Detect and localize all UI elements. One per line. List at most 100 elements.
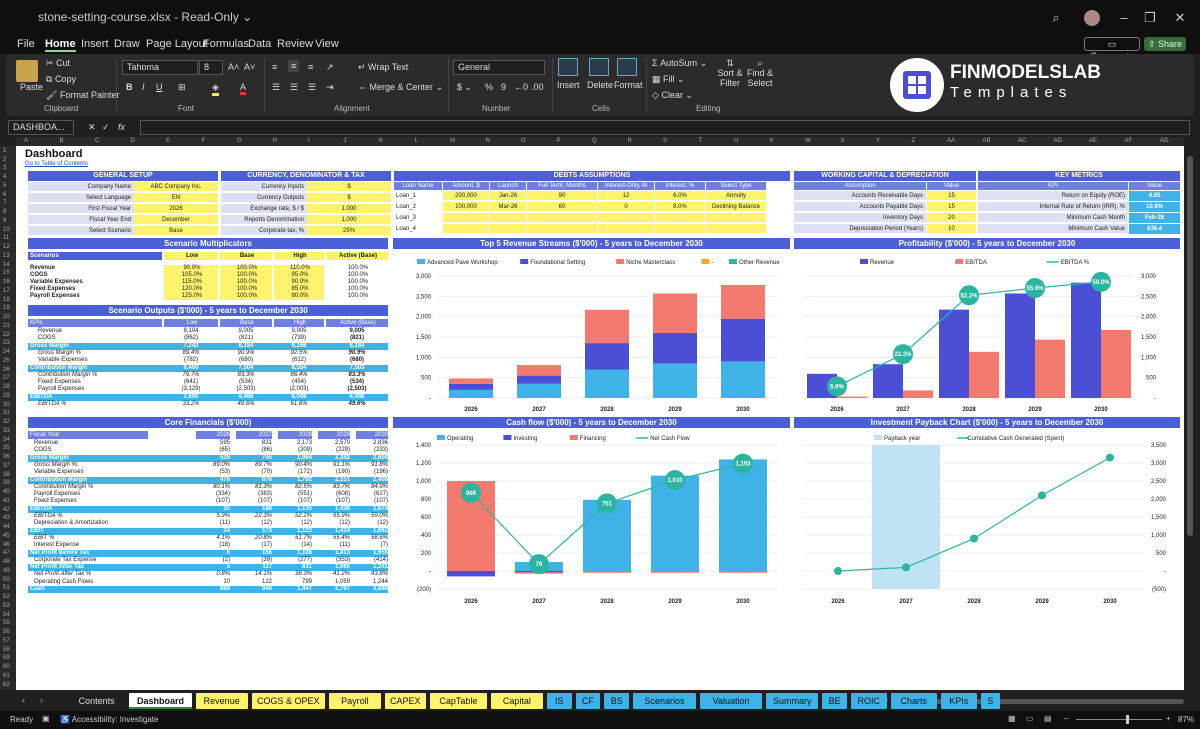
row-header[interactable]: 59 [3, 655, 10, 661]
column-header[interactable]: R [628, 138, 632, 144]
row-header[interactable]: 23 [3, 340, 10, 346]
insert-cells-button[interactable]: Insert [557, 80, 580, 90]
working_capital-value[interactable]: 15 [927, 202, 976, 212]
row-header[interactable]: 20 [3, 314, 10, 320]
insert-cells-icon[interactable] [558, 58, 578, 76]
column-header[interactable]: S [663, 138, 667, 144]
working_capital-value[interactable]: 10 [927, 224, 976, 234]
general_setup-value[interactable]: 2026 [134, 204, 218, 214]
column-header[interactable]: N [486, 138, 490, 144]
row-header[interactable]: 42 [3, 507, 10, 513]
row-header[interactable]: 50 [3, 577, 10, 583]
row-header[interactable]: 22 [3, 332, 10, 338]
row-header[interactable]: 24 [3, 349, 10, 355]
sheet-tab[interactable]: Scenarios [633, 693, 696, 709]
currency-value[interactable]: 1.000 [307, 204, 391, 214]
font-size-select[interactable]: 8 [199, 60, 223, 75]
column-header[interactable]: AG [1160, 138, 1169, 144]
menu-view[interactable]: View [315, 38, 339, 50]
row-header[interactable]: 30 [3, 402, 10, 408]
row-header[interactable]: 38 [3, 472, 10, 478]
bold-button[interactable]: B [126, 82, 133, 92]
sheet-tab[interactable]: S [980, 693, 1000, 709]
search-icon[interactable]: ⌕ [1046, 8, 1066, 28]
comma-icon[interactable]: 9 [501, 82, 506, 92]
debt-cell[interactable]: 0 [598, 202, 654, 212]
accessibility-status[interactable]: ♿ Accessibility: Investigate [60, 715, 158, 724]
sheet-tab[interactable]: BE [822, 693, 847, 709]
row-header[interactable]: 61 [3, 673, 10, 679]
menu-insert[interactable]: Insert [81, 38, 109, 50]
sheet-tab[interactable]: CAPEX [384, 693, 426, 709]
sheet-tab[interactable]: IS [546, 693, 572, 709]
paste-icon[interactable] [16, 60, 38, 82]
page-layout-icon[interactable]: ▭ [1026, 714, 1034, 723]
wrap-text-button[interactable]: ↵ Wrap Text [358, 62, 408, 73]
fill-color-icon[interactable]: ◈ [212, 82, 219, 96]
row-header[interactable]: 54 [3, 612, 10, 618]
row-header[interactable]: 6 [3, 192, 6, 198]
debt-cell[interactable] [490, 224, 526, 234]
delete-cells-icon[interactable] [589, 58, 609, 76]
debt-cell[interactable]: 8.0% [655, 202, 705, 212]
close-icon[interactable]: ✕ [1170, 8, 1190, 28]
merge-center-button[interactable]: ⇔ Merge & Center ⌄ [358, 82, 443, 93]
menu-home[interactable]: Home [45, 38, 76, 52]
cut-button[interactable]: ✂ Cut [46, 58, 70, 69]
column-header[interactable]: AC [1018, 138, 1026, 144]
row-header[interactable]: 58 [3, 647, 10, 653]
clear-button[interactable]: ◇ Clear ⌄ [652, 90, 693, 101]
orientation-icon[interactable]: ↗ [326, 62, 334, 73]
row-header[interactable]: 46 [3, 542, 10, 548]
row-header[interactable]: 18 [3, 297, 10, 303]
sheet-tab[interactable]: Summary [766, 693, 819, 709]
share-button[interactable]: ⇪ Share [1144, 37, 1186, 51]
currency-value[interactable]: 25% [307, 226, 391, 236]
debt-cell[interactable] [706, 224, 766, 234]
name-box[interactable]: DASHBOA... [8, 120, 74, 135]
find-select-button[interactable]: ⌕ Find & Select [746, 58, 774, 88]
font-grow-button[interactable]: A˄ [228, 62, 239, 72]
row-header[interactable]: 35 [3, 445, 10, 451]
next-sheet-icon[interactable]: › [40, 695, 43, 705]
column-header[interactable]: F [202, 138, 206, 144]
row-header[interactable]: 16 [3, 279, 10, 285]
debt-cell[interactable]: 12 [598, 191, 654, 201]
toc-link[interactable]: Go to Table of Contents [25, 161, 88, 167]
general_setup-value[interactable]: Base [134, 226, 218, 236]
column-header[interactable]: M [450, 138, 455, 144]
row-header[interactable]: 45 [3, 533, 10, 539]
row-header[interactable]: 44 [3, 524, 10, 530]
debt-cell[interactable]: Declining Balance [706, 202, 766, 212]
row-header[interactable]: 1 [3, 148, 6, 154]
column-header[interactable]: Q [592, 138, 597, 144]
row-header[interactable]: 14 [3, 262, 10, 268]
row-header[interactable]: 29 [3, 393, 10, 399]
font-color-icon[interactable]: A [240, 82, 247, 95]
number-format-select[interactable]: General [453, 60, 545, 75]
sort-filter-button[interactable]: ⇅ Sort & Filter [716, 58, 744, 88]
row-header[interactable]: 4 [3, 174, 6, 180]
sheet-tab[interactable]: Payroll [329, 693, 381, 709]
row-header[interactable]: 39 [3, 480, 10, 486]
column-header[interactable]: E [166, 138, 170, 144]
autosum-button[interactable]: Σ AutoSum ⌄ [652, 58, 707, 69]
column-header[interactable]: V [770, 138, 774, 144]
italic-button[interactable]: I [142, 82, 145, 92]
row-header[interactable]: 31 [3, 410, 10, 416]
underline-button[interactable]: U [156, 82, 163, 92]
comments-button[interactable]: ▭ Comments [1084, 37, 1140, 61]
row-header[interactable]: 2 [3, 157, 6, 163]
row-header[interactable]: 48 [3, 559, 10, 565]
row-header[interactable]: 37 [3, 463, 10, 469]
format-painter-button[interactable]: 🖌 Format Painter [46, 90, 119, 101]
sheet-tab[interactable]: Dashboard [129, 693, 192, 709]
menu-draw[interactable]: Draw [114, 38, 140, 50]
debt-cell[interactable] [598, 213, 654, 223]
format-cells-icon[interactable] [617, 58, 637, 76]
sheet-tab[interactable]: CF [575, 693, 601, 709]
increase-decimal-icon[interactable]: ←0 [514, 82, 528, 92]
align-bottom-icon[interactable]: ≡ [308, 62, 313, 72]
general_setup-value[interactable]: December [134, 215, 218, 225]
debt-cell[interactable] [527, 224, 597, 234]
